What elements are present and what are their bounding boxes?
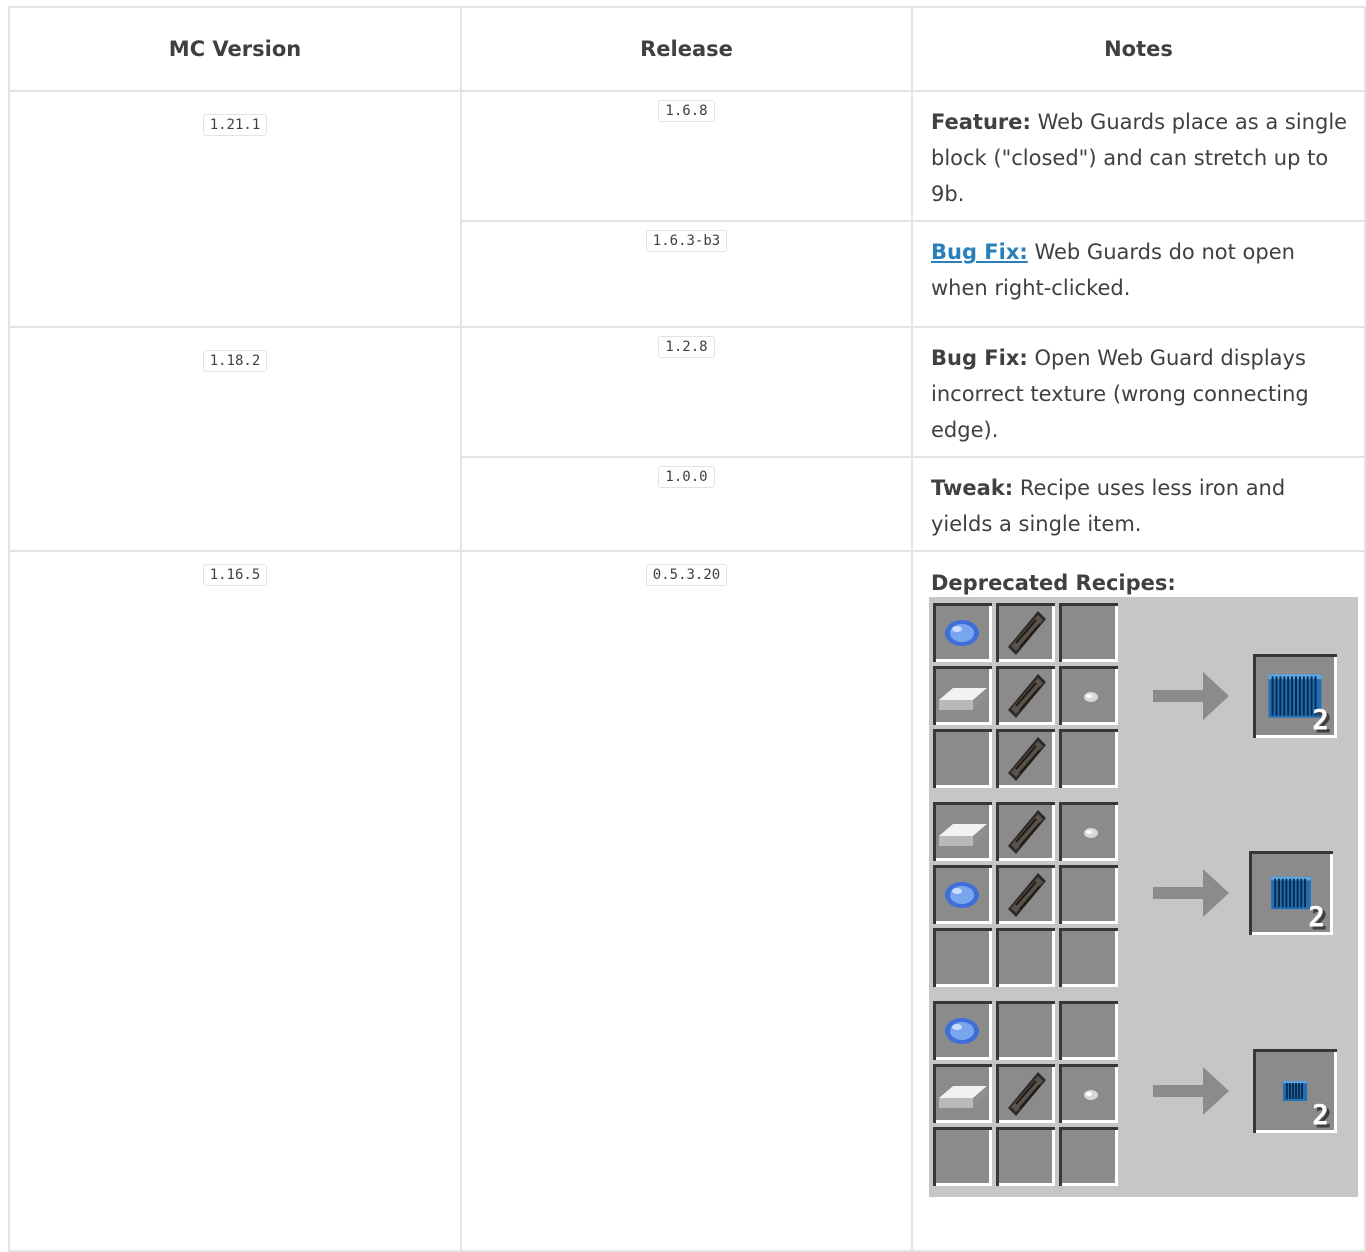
header-notes: Notes [911,6,1366,92]
crafting-slot [933,1127,992,1186]
mc-version-cell: 1.16.5 [8,550,462,1252]
crafting-slot [933,603,992,662]
crafting-slot [996,928,1055,987]
header-row: MC Version Release Notes [8,6,1366,92]
crafting-grid [933,1001,1122,1190]
output-count: 2 [1312,1098,1329,1131]
note-label: Bug Fix: [931,346,1028,370]
output-slot: 2 [1253,1049,1337,1133]
crafting-slot [1059,1064,1118,1123]
crafting-slot [1059,729,1118,788]
crafting-slot [996,1001,1055,1060]
notes-cell: Bug Fix: Web Guards do not open when rig… [911,220,1366,328]
notes-cell: Bug Fix: Open Web Guard displays incorre… [911,326,1366,458]
changelog-table: MC Version Release Notes 1.21.1 1.6.8 Fe… [8,6,1366,1252]
crafting-slot [996,802,1055,861]
crafting-slot [1059,1127,1118,1186]
crafting-slot [933,666,992,725]
header-release: Release [460,6,913,92]
output-slot: 2 [1249,851,1333,935]
crafting-slot [933,1064,992,1123]
table-row: 1.16.5 0.5.3.20 Deprecated Recipes: 2 2 2 [8,550,1366,1252]
release-code: 1.2.8 [658,336,715,358]
arrow-right-icon [1151,1063,1231,1130]
release-cell: 1.6.8 [460,90,913,222]
mc-version-code: 1.16.5 [202,564,268,586]
table-row: 1.21.1 1.6.8 Feature: Web Guards place a… [8,90,1366,328]
notes-cell: Deprecated Recipes: 2 2 2 [911,550,1366,1252]
crafting-slot [1059,603,1118,662]
crafting-slot [933,729,992,788]
note-label: Tweak: [931,476,1014,500]
note-label: Feature: [931,110,1031,134]
release-code: 1.6.3-b3 [645,230,728,252]
header-mc-version: MC Version [8,6,462,92]
crafting-grid [933,603,1122,792]
release-code: 0.5.3.20 [645,564,728,586]
crafting-slot [1059,928,1118,987]
notes-cell: Feature: Web Guards place as a single bl… [911,90,1366,222]
crafting-slot [996,1064,1055,1123]
output-count: 2 [1312,703,1329,736]
release-code: 1.6.8 [658,100,715,122]
mc-version-code: 1.18.2 [202,350,268,372]
notes-cell: Tweak: Recipe uses less iron and yields … [911,456,1366,552]
mc-version-cell: 1.18.2 [8,326,462,552]
crafting-slot [933,1001,992,1060]
output-slot: 2 [1253,654,1337,738]
crafting-slot [1059,802,1118,861]
recipes-panel: 2 2 2 [929,597,1358,1197]
crafting-slot [933,865,992,924]
crafting-slot [996,865,1055,924]
mc-version-code: 1.21.1 [202,114,268,136]
crafting-slot [933,802,992,861]
crafting-slot [1059,1001,1118,1060]
table-row: 1.18.2 1.2.8 Bug Fix: Open Web Guard dis… [8,326,1366,552]
crafting-grid [933,802,1122,991]
crafting-slot [996,603,1055,662]
release-cell: 1.6.3-b3 [460,220,913,328]
release-cell: 0.5.3.20 [460,550,913,1252]
arrow-right-icon [1151,865,1231,932]
crafting-slot [933,928,992,987]
arrow-right-icon [1151,668,1231,735]
output-count: 2 [1308,900,1325,933]
crafting-slot [1059,865,1118,924]
release-code: 1.0.0 [658,466,715,488]
crafting-slot [996,666,1055,725]
deprecated-recipes-title: Deprecated Recipes: [931,571,1176,595]
bug-fix-link[interactable]: Bug Fix: [931,240,1028,264]
release-cell: 1.2.8 [460,326,913,458]
crafting-slot [996,1127,1055,1186]
crafting-slot [1059,666,1118,725]
release-cell: 1.0.0 [460,456,913,552]
mc-version-cell: 1.21.1 [8,90,462,328]
crafting-slot [996,729,1055,788]
